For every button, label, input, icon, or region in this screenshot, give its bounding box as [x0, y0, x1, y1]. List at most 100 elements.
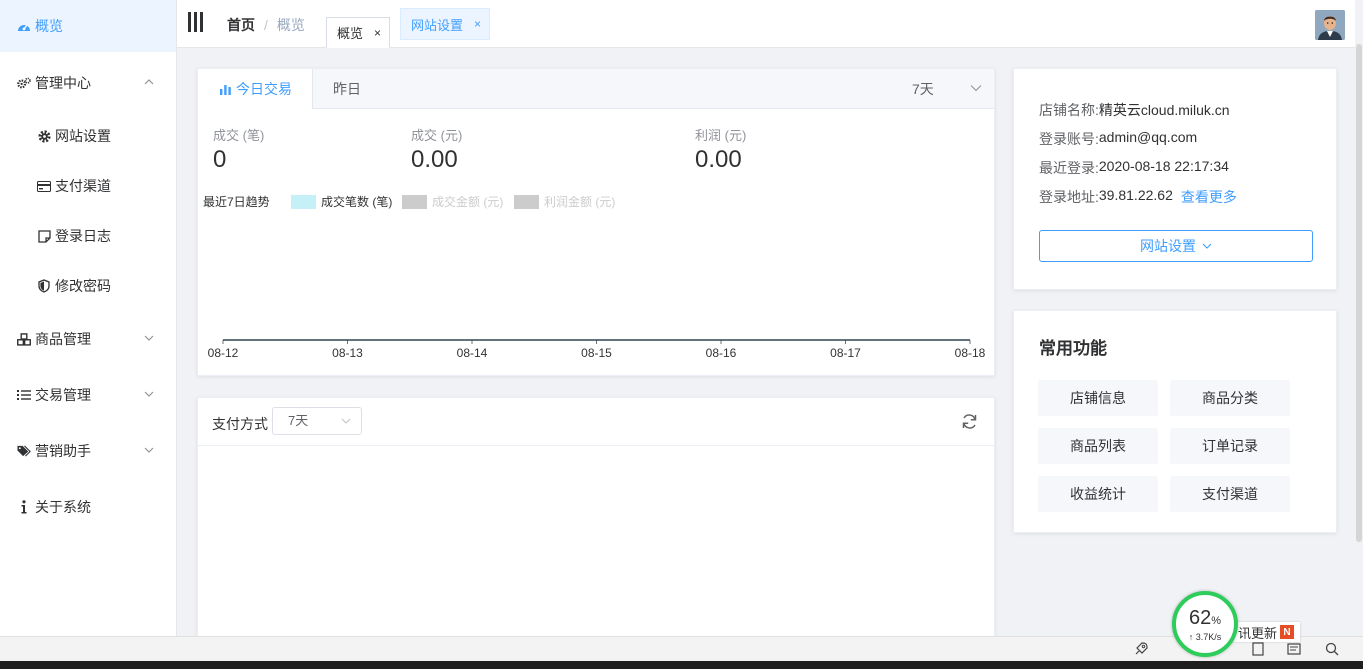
- system-tray-bar: [0, 636, 1363, 661]
- sidebar-item-label: 修改密码: [55, 278, 111, 294]
- info-key: 登录账号:: [1039, 131, 1099, 147]
- legend-swatch: [514, 194, 539, 209]
- sidebar-item-label: 交易管理: [35, 387, 91, 403]
- cogs-icon: [17, 76, 31, 90]
- tab-today-label: 今日交易: [236, 81, 292, 97]
- chevron-down-icon: [144, 391, 154, 397]
- sidebar-item-label: 概览: [35, 18, 63, 34]
- news-update-widget[interactable]: 讯更新 N: [1232, 622, 1301, 642]
- info-key: 最近登录:: [1039, 160, 1099, 176]
- sidebar-item-payment-channels[interactable]: 支付渠道: [0, 161, 176, 211]
- rocket-icon[interactable]: [1133, 641, 1149, 657]
- net-percent-unit: %: [1211, 614, 1222, 627]
- login-account-row: 登录账号: admin@qq.com: [1039, 129, 1197, 149]
- trade-tabs: 今日交易 昨日 7天: [198, 69, 994, 109]
- stat-label: 成交 (元): [411, 128, 463, 143]
- legend-label: 成交笔数 (笔): [321, 195, 393, 209]
- site-settings-label: 网站设置: [1140, 238, 1196, 254]
- breadcrumb-separator: /: [264, 17, 268, 33]
- notification-icon[interactable]: [1286, 641, 1302, 657]
- tab-today[interactable]: 今日交易: [198, 69, 313, 109]
- sidebar-item-login-log[interactable]: 登录日志: [0, 211, 176, 261]
- sidebar-item-marketing[interactable]: 营销助手: [0, 425, 176, 477]
- sidebar-item-label: 管理中心: [35, 75, 91, 91]
- os-taskbar: [0, 661, 1363, 669]
- sidebar-item-transactions[interactable]: 交易管理: [0, 369, 176, 421]
- chevron-down-icon: [341, 418, 351, 424]
- payment-channels-button[interactable]: 支付渠道: [1170, 476, 1290, 512]
- earnings-stats-button[interactable]: 收益统计: [1038, 476, 1158, 512]
- sidebar-item-label: 登录日志: [55, 228, 111, 244]
- stat-profit: 利润 (元) 0.00: [695, 125, 746, 174]
- legend-item-profit[interactable]: 利润金额 (元): [514, 193, 615, 210]
- product-list-button[interactable]: 商品列表: [1038, 428, 1158, 464]
- net-percent: 62%: [1189, 607, 1221, 632]
- info-value: 2020-08-18 22:17:34: [1098, 158, 1229, 174]
- tablet-icon[interactable]: [1250, 641, 1266, 657]
- legend-item-orders[interactable]: 成交笔数 (笔): [291, 193, 392, 210]
- payment-range-value: 7天: [288, 413, 309, 428]
- close-icon[interactable]: ×: [374, 26, 381, 40]
- net-speed: ↑ 3.7K/s: [1188, 631, 1222, 642]
- info-key: 店铺名称:: [1039, 102, 1099, 118]
- tab-overview[interactable]: 概览 ×: [326, 17, 390, 48]
- shop-name-row: 店铺名称: 精英云cloud.miluk.cn: [1039, 100, 1230, 120]
- tags-icon: [17, 444, 31, 458]
- sidebar: 概览 管理中心 网站设置 支付渠道 登录日志 修改密码 商品管理 交易管理 营销…: [0, 0, 177, 636]
- info-icon: [17, 500, 31, 514]
- sidebar-item-label: 支付渠道: [55, 178, 111, 194]
- search-icon[interactable]: [1324, 641, 1340, 657]
- breadcrumb-home[interactable]: 首页: [227, 15, 255, 35]
- sidebar-item-label: 网站设置: [55, 128, 111, 144]
- tab-site-settings[interactable]: 网站设置 ×: [400, 8, 490, 40]
- breadcrumb: 首页 / 概览: [227, 15, 305, 35]
- hamburger-icon[interactable]: [188, 12, 204, 32]
- chart-title: 最近7日趋势: [203, 195, 270, 209]
- sidebar-item-label: 营销助手: [35, 443, 91, 459]
- legend-label: 成交金额 (元): [432, 195, 504, 209]
- product-category-button[interactable]: 商品分类: [1170, 380, 1290, 416]
- sidebar-item-management[interactable]: 管理中心: [0, 57, 176, 109]
- sidebar-item-site-settings[interactable]: 网站设置: [0, 111, 176, 161]
- sidebar-item-overview[interactable]: 概览: [0, 0, 176, 52]
- tab-yesterday[interactable]: 昨日: [333, 69, 361, 109]
- stat-value: 0.00: [695, 146, 742, 173]
- legend-swatch: [402, 194, 427, 209]
- info-key: 登录地址:: [1039, 189, 1099, 205]
- view-more-link[interactable]: 查看更多: [1181, 187, 1237, 207]
- range-value: 7天: [912, 81, 934, 97]
- shop-info-button[interactable]: 店铺信息: [1038, 380, 1158, 416]
- legend-item-amount[interactable]: 成交金额 (元): [402, 193, 503, 210]
- payment-range-select[interactable]: 7天: [272, 407, 362, 435]
- refresh-icon[interactable]: [961, 413, 978, 430]
- shop-info-card: 店铺名称: 精英云cloud.miluk.cn 登录账号: admin@qq.c…: [1013, 68, 1337, 290]
- scrollbar-thumb[interactable]: [1356, 44, 1362, 542]
- common-functions-card: 常用功能 店铺信息 商品分类 商品列表 订单记录 收益统计 支付渠道: [1013, 310, 1337, 533]
- payment-card: 支付方式 7天: [197, 397, 995, 647]
- info-value: 精英云cloud.miluk.cn: [1098, 102, 1230, 118]
- net-percent-value: 62: [1188, 606, 1212, 629]
- order-records-button[interactable]: 订单记录: [1170, 428, 1290, 464]
- stat-amount: 成交 (元) 0.00: [411, 125, 462, 174]
- avatar[interactable]: [1315, 10, 1345, 40]
- tab-label: 概览: [337, 26, 364, 41]
- network-monitor-widget[interactable]: 62% ↑ 3.7K/s: [1172, 591, 1238, 657]
- x-tick-label: 08-18: [955, 346, 986, 359]
- shield-icon: [37, 279, 51, 293]
- sidebar-item-about[interactable]: 关于系统: [0, 481, 176, 533]
- chevron-down-icon: [1202, 243, 1212, 249]
- range-select[interactable]: 7天: [912, 69, 982, 109]
- info-value: 39.81.22.62: [1098, 187, 1173, 203]
- sidebar-item-products[interactable]: 商品管理: [0, 313, 176, 365]
- chevron-down-icon: [144, 335, 154, 341]
- dashboard-icon: [17, 19, 31, 33]
- site-settings-button[interactable]: 网站设置: [1039, 230, 1313, 262]
- last-login-row: 最近登录: 2020-08-18 22:17:34: [1039, 158, 1229, 178]
- sidebar-item-change-password[interactable]: 修改密码: [0, 261, 176, 311]
- chevron-down-icon: [970, 85, 982, 92]
- close-icon[interactable]: ×: [474, 17, 481, 31]
- stat-label: 成交 (笔): [213, 128, 265, 143]
- stat-label: 利润 (元): [695, 128, 747, 143]
- vertical-scrollbar[interactable]: [1355, 0, 1363, 636]
- news-badge: N: [1280, 625, 1295, 639]
